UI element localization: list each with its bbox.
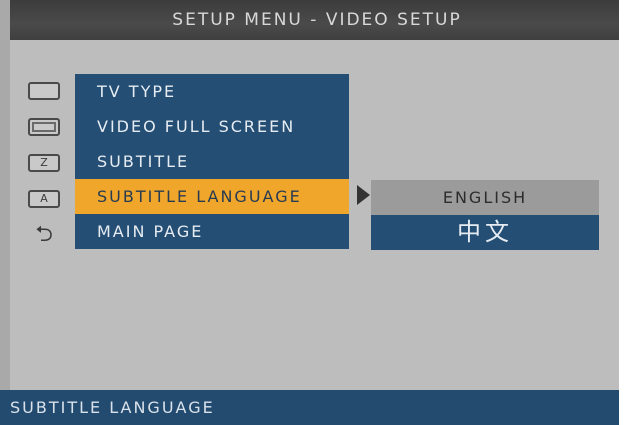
submenu-arrow-icon <box>357 185 370 205</box>
subtitle-icon: Z <box>22 150 66 176</box>
option-english[interactable]: ENGLISH <box>371 180 599 215</box>
left-edge <box>0 0 10 425</box>
full-screen-icon <box>22 114 66 140</box>
menu-item-subtitle-language[interactable]: SUBTITLE LANGUAGE <box>75 179 349 214</box>
menu-icons: Z A ⮌ <box>22 78 68 258</box>
subtitle-language-icon: A <box>22 186 66 212</box>
menu-item-subtitle[interactable]: SUBTITLE <box>75 144 349 179</box>
status-bar: SUBTITLE LANGUAGE <box>0 390 619 425</box>
setup-screen: SETUP MENU - VIDEO SETUP Z A ⮌ TV TYPE V… <box>0 0 619 425</box>
menu-item-video-full-screen[interactable]: VIDEO FULL SCREEN <box>75 109 349 144</box>
option-chinese[interactable]: 中文 <box>371 215 599 250</box>
menu-item-tv-type[interactable]: TV TYPE <box>75 74 349 109</box>
subtitle-language-submenu: ENGLISH 中文 <box>371 180 599 250</box>
status-text: SUBTITLE LANGUAGE <box>10 398 215 417</box>
video-setup-menu: TV TYPE VIDEO FULL SCREEN SUBTITLE SUBTI… <box>75 74 349 249</box>
menu-item-main-page[interactable]: MAIN PAGE <box>75 214 349 249</box>
return-icon: ⮌ <box>35 222 53 247</box>
title-bar: SETUP MENU - VIDEO SETUP <box>10 0 619 40</box>
tv-type-icon <box>22 78 66 104</box>
page-title: SETUP MENU - VIDEO SETUP <box>172 10 462 30</box>
